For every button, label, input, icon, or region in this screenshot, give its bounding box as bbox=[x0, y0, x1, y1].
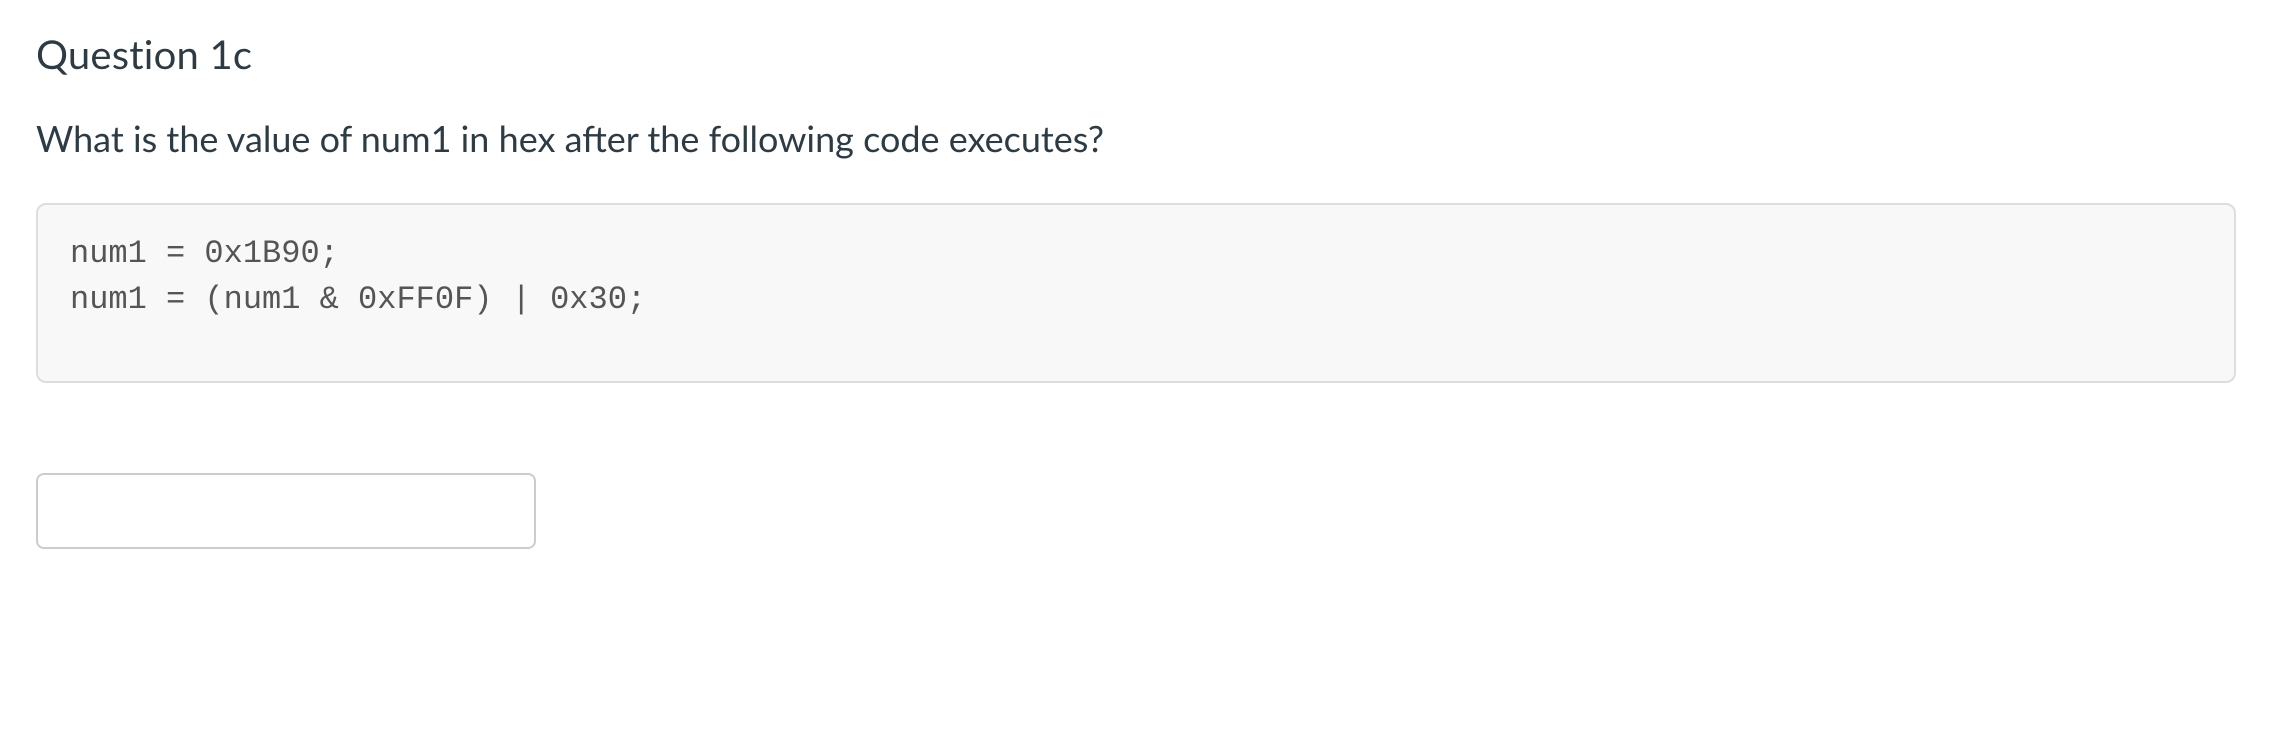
answer-input[interactable] bbox=[36, 473, 536, 549]
question-title: Question 1c bbox=[36, 30, 2236, 78]
code-block: num1 = 0x1B90; num1 = (num1 & 0xFF0F) | … bbox=[36, 203, 2236, 384]
question-prompt: What is the value of num1 in hex after t… bbox=[36, 114, 2236, 163]
code-line: num1 = 0x1B90; bbox=[70, 231, 2202, 277]
code-line: num1 = (num1 & 0xFF0F) | 0x30; bbox=[70, 277, 2202, 323]
